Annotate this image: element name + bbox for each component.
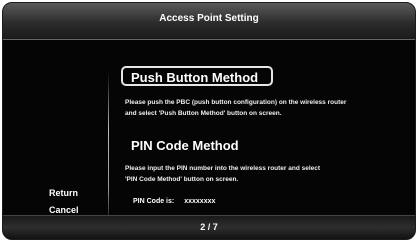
dialog-content: Return Cancel Push Button Method Please … [3, 40, 415, 218]
cancel-button[interactable]: Cancel [49, 205, 79, 215]
pin-code-row: PIN Code is: xxxxxxxx [133, 198, 215, 205]
push-button-method-button[interactable]: Push Button Method [121, 66, 273, 86]
dialog-footer: 2 / 7 [3, 215, 415, 239]
pin-code-method-label: PIN Code Method [131, 138, 239, 153]
access-point-dialog: Access Point Setting Return Cancel Push … [2, 2, 416, 240]
vertical-divider [108, 70, 109, 218]
pin-code-method-button[interactable]: PIN Code Method [121, 136, 241, 156]
page-indicator: 2 / 7 [200, 222, 218, 232]
push-button-description-line-1: Please push the PBC (push button configu… [125, 99, 347, 106]
dialog-title-bar: Access Point Setting [3, 3, 415, 40]
pin-code-description-line-1: Please input the PIN number into the wir… [125, 165, 321, 172]
dialog-title: Access Point Setting [159, 13, 259, 24]
pin-code-value: xxxxxxxx [184, 198, 216, 205]
pin-code-description-line-2: 'PIN Code Method' button on screen. [125, 176, 239, 183]
return-button[interactable]: Return [49, 188, 78, 198]
push-button-description-line-2: and select 'Push Button Method' button o… [125, 110, 282, 117]
pin-code-label: PIN Code is: [133, 198, 175, 205]
push-button-method-label: Push Button Method [131, 70, 259, 85]
